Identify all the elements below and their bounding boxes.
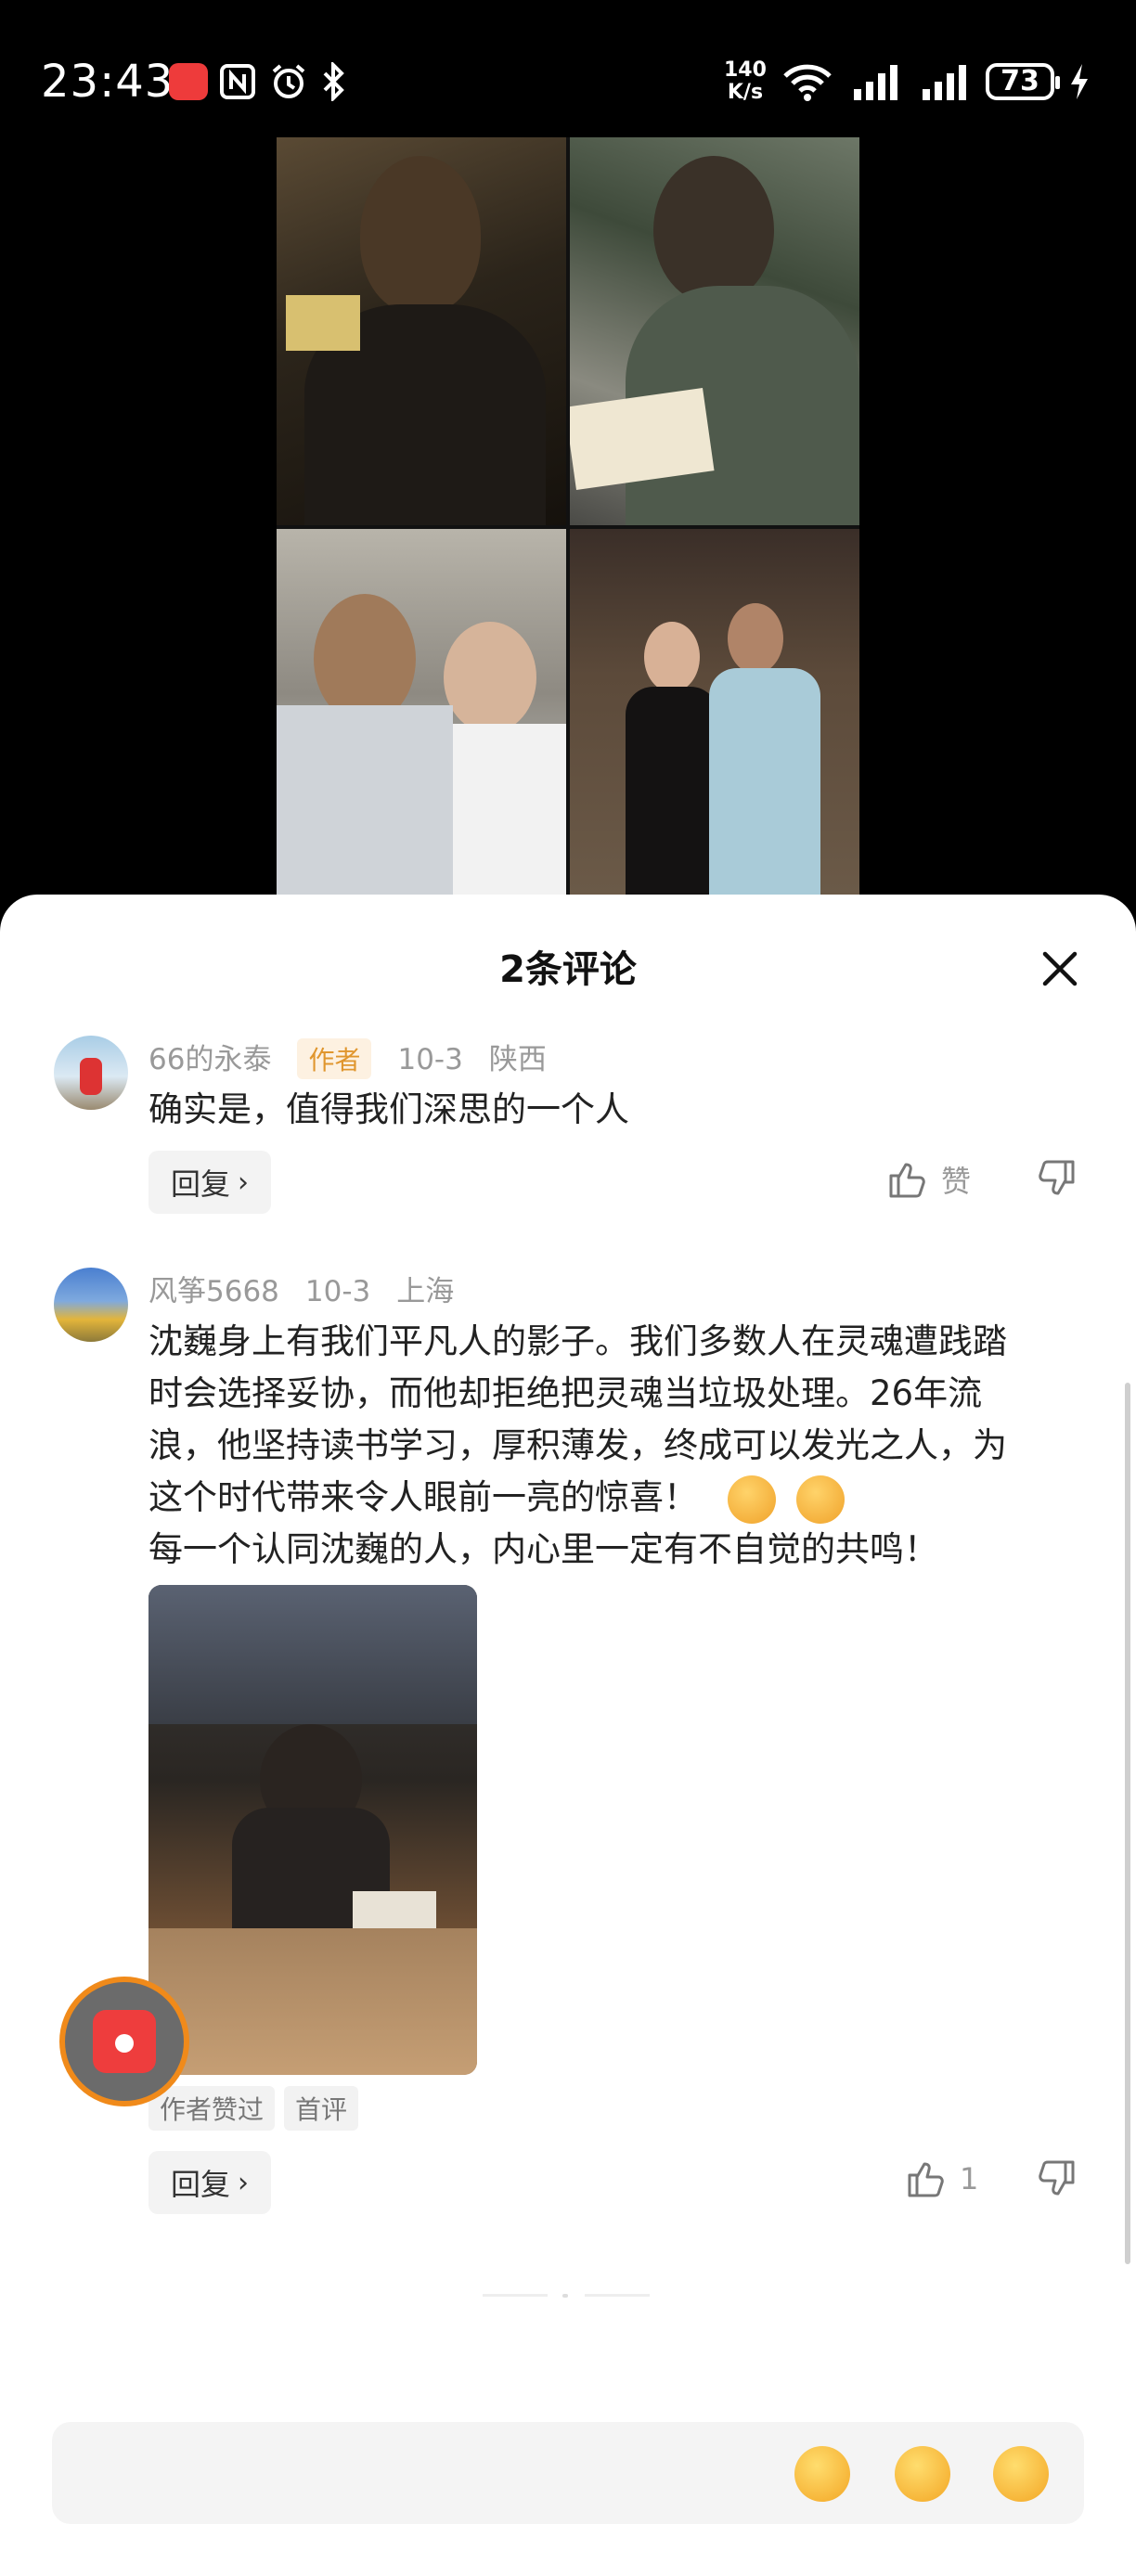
network-speed: 140 K/s	[724, 59, 767, 104]
collage-photo-3[interactable]	[277, 529, 566, 895]
author-liked-badge: 作者赞过	[148, 2086, 276, 2131]
alarm-icon	[269, 61, 308, 102]
avatar[interactable]	[54, 1268, 128, 1342]
signal-icon-2	[921, 61, 971, 102]
comment-location: 陕西	[488, 1043, 547, 1076]
dislike-button[interactable]	[1036, 2158, 1077, 2199]
comment-username[interactable]: 66的永泰	[148, 1043, 271, 1076]
comment-text-line: 每一个认同沈巍的人，内心里一定有不自觉的共鸣！	[148, 1529, 938, 1569]
loading-indicator	[483, 2294, 650, 2298]
comment-image[interactable]	[148, 1585, 477, 2075]
wifi-icon	[781, 61, 833, 102]
chevron-right-icon: ›	[238, 2166, 250, 2199]
comment-date: 10-3	[397, 1043, 463, 1076]
comment-text-line-content: 这个时代带来令人眼前一亮的惊喜！	[148, 1477, 698, 1517]
collage-photo-2[interactable]	[570, 137, 859, 525]
like-count: 1	[960, 2161, 979, 2196]
collage-photo-4[interactable]	[570, 529, 859, 895]
reply-label: 回复	[171, 2167, 231, 2202]
like-label: 赞	[941, 1164, 972, 1199]
status-time: 23:43	[41, 56, 174, 108]
thumbs-up-emoji-icon	[727, 1475, 776, 1524]
nfc-icon	[219, 61, 256, 102]
comment-meta: 66的永泰 作者 10-3 陕西	[148, 1036, 573, 1079]
thumbs-up-icon	[889, 1163, 925, 1198]
reply-label: 回复	[171, 1166, 231, 1202]
comment-text-line: 这个时代带来令人眼前一亮的惊喜！	[148, 1472, 1086, 1524]
comment-input-bar[interactable]	[52, 2422, 1084, 2524]
comment-text-line: 沈巍身上有我们平凡人的影子。我们多数人在灵魂遭践踏	[148, 1321, 1007, 1361]
comment-username[interactable]: 风筝5668	[148, 1275, 279, 1308]
dislike-button[interactable]	[1036, 1158, 1077, 1199]
sheet-title: 2条评论	[499, 948, 637, 991]
like-button[interactable]: 1	[906, 2158, 978, 2199]
huawei-app-icon	[169, 61, 208, 102]
status-bar: 23:43 140 K/s 73	[0, 0, 1136, 139]
comment-location: 上海	[396, 1275, 455, 1308]
comment-text-line: 浪，他坚持读书学习，厚积薄发，终成可以发光之人，为	[148, 1425, 1007, 1465]
close-icon[interactable]	[1039, 948, 1080, 989]
kiss-emoji-icon[interactable]	[794, 2446, 850, 2502]
like-button[interactable]: 赞	[887, 1158, 971, 1201]
thumbs-up-emoji-icon	[795, 1475, 845, 1524]
reply-button[interactable]: 回复 ›	[148, 1151, 272, 1214]
comments-sheet: 2条评论 66的永泰 作者 10-3 陕西 确实是，值得我们深思的一个人 回复 › 赞 …	[0, 895, 1136, 2576]
author-tag: 作者	[297, 1038, 372, 1079]
comment-date: 10-3	[304, 1275, 371, 1308]
laugh-emoji-icon[interactable]	[993, 2446, 1049, 2502]
comment-meta: 风筝5668 10-3 上海	[148, 1268, 480, 1309]
first-comment-badge: 首评	[284, 2086, 359, 2131]
collage-photo-1[interactable]	[277, 137, 566, 525]
thumbs-down-icon	[1039, 1160, 1075, 1195]
network-speed-unit: K/s	[727, 81, 764, 104]
charging-icon	[1067, 61, 1091, 102]
comment-text: 沈巍身上有我们平凡人的影子。我们多数人在灵魂遭践踏 时会选择妥协，而他却拒绝把灵…	[148, 1316, 1086, 1576]
battery-indicator: 73	[986, 63, 1060, 100]
comment-text: 确实是，值得我们深思的一个人	[148, 1089, 629, 1129]
thumbs-up-icon	[908, 2162, 944, 2197]
signal-icon	[852, 61, 902, 102]
grin-emoji-icon[interactable]	[895, 2446, 950, 2502]
post-image-collage[interactable]	[277, 137, 859, 895]
network-speed-value: 140	[724, 58, 767, 82]
reply-button[interactable]: 回复 ›	[148, 2151, 272, 2214]
scrollbar[interactable]	[1125, 1383, 1130, 2264]
avatar[interactable]	[54, 1036, 128, 1110]
red-envelope-seal-icon	[115, 2034, 134, 2053]
red-packet-button[interactable]	[59, 1977, 189, 2106]
thumbs-down-icon	[1039, 2160, 1075, 2196]
chevron-right-icon: ›	[238, 1166, 250, 1199]
comment-text-line: 时会选择妥协，而他却拒绝把灵魂当垃圾处理。26年流	[148, 1373, 983, 1413]
bluetooth-icon	[321, 61, 347, 102]
